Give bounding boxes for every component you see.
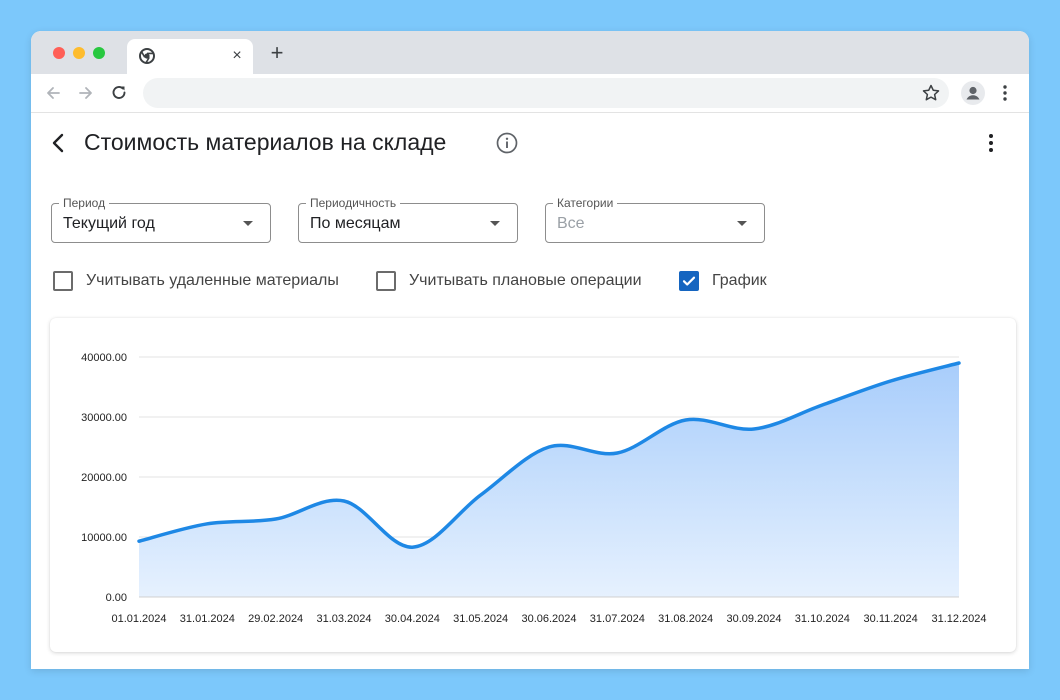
close-window-button[interactable] [53, 47, 65, 59]
dropdown-arrow-icon [243, 221, 253, 226]
forward-arrow-icon[interactable] [76, 83, 96, 103]
checkbox-box[interactable] [376, 271, 396, 291]
x-tick-label: 30.09.2024 [726, 613, 781, 625]
person-icon [966, 86, 980, 100]
page-content: Стоимость материалов на складе Период Те… [31, 113, 1029, 669]
new-tab-button[interactable]: + [267, 42, 287, 64]
address-bar[interactable] [143, 78, 949, 108]
reload-icon[interactable] [109, 83, 129, 103]
x-tick-label: 31.10.2024 [795, 613, 850, 625]
x-tick-label: 30.06.2024 [521, 613, 576, 625]
area-chart: 0.00 10000.00 20000.00 30000.00 40000.00 01.0… [81, 352, 986, 625]
dropdown-arrow-icon [737, 221, 747, 226]
categories-label: Категории [553, 196, 618, 210]
y-tick-label: 30000.00 [81, 412, 127, 424]
maximize-window-button[interactable] [93, 47, 105, 59]
checkbox-deleted-materials[interactable]: Учитывать удаленные материалы [53, 271, 339, 291]
x-tick-label: 30.11.2024 [864, 613, 918, 625]
back-chevron-icon[interactable] [49, 131, 67, 155]
chrome-icon [139, 48, 155, 64]
info-icon[interactable] [496, 132, 518, 154]
browser-tab[interactable]: × [127, 39, 253, 74]
period-select[interactable]: Период Текущий год [51, 196, 271, 243]
series-area [139, 363, 959, 597]
checkmark-icon [682, 276, 696, 286]
categories-placeholder: Все [557, 215, 585, 232]
x-tick-label: 31.03.2024 [316, 613, 371, 625]
x-tick-label: 31.08.2024 [658, 613, 713, 625]
checkbox-box[interactable] [53, 271, 73, 291]
frequency-value: По месяцам [310, 215, 401, 232]
y-tick-label: 10000.00 [81, 532, 127, 544]
more-options-icon[interactable] [987, 132, 995, 154]
x-tick-label: 31.12.2024 [931, 613, 986, 625]
checkbox-box[interactable] [679, 271, 699, 291]
period-value: Текущий год [63, 215, 155, 232]
profile-avatar[interactable] [961, 81, 985, 105]
checkbox-label: График [712, 272, 767, 289]
checkbox-label: Учитывать плановые операции [409, 272, 642, 289]
checkbox-planned-operations[interactable]: Учитывать плановые операции [376, 271, 642, 291]
frequency-label: Периодичность [306, 196, 401, 210]
checkbox-chart[interactable]: График [679, 271, 767, 291]
y-tick-label: 20000.00 [81, 472, 127, 484]
checkbox-label: Учитывать удаленные материалы [86, 272, 339, 289]
period-label: Период [59, 196, 110, 210]
chart-card: 0.00 10000.00 20000.00 30000.00 40000.00 01.0… [50, 318, 1016, 652]
dropdown-arrow-icon [490, 221, 500, 226]
bookmark-star-icon[interactable] [921, 83, 941, 103]
y-tick-label: 40000.00 [81, 352, 127, 364]
browser-menu-icon[interactable] [999, 83, 1011, 103]
minimize-window-button[interactable] [73, 47, 85, 59]
window-controls [53, 47, 105, 59]
page-title: Стоимость материалов на складе [84, 129, 447, 155]
x-tick-label: 31.01.2024 [180, 613, 235, 625]
x-tick-label: 31.05.2024 [453, 613, 508, 625]
x-tick-label: 30.04.2024 [385, 613, 440, 625]
x-tick-label: 31.07.2024 [590, 613, 645, 625]
back-arrow-icon[interactable] [43, 83, 63, 103]
y-tick-label: 0.00 [106, 592, 127, 604]
browser-window: × + Стоимость материалов на складе Перио… [31, 31, 1029, 669]
frequency-select[interactable]: Периодичность По месяцам [298, 196, 518, 243]
categories-select[interactable]: Категории Все [545, 196, 765, 243]
x-tick-label: 01.01.2024 [111, 613, 166, 625]
browser-toolbar [31, 74, 1029, 113]
x-tick-label: 29.02.2024 [248, 613, 303, 625]
tab-close-icon[interactable]: × [227, 46, 247, 66]
tab-bar: × + [31, 31, 1029, 74]
